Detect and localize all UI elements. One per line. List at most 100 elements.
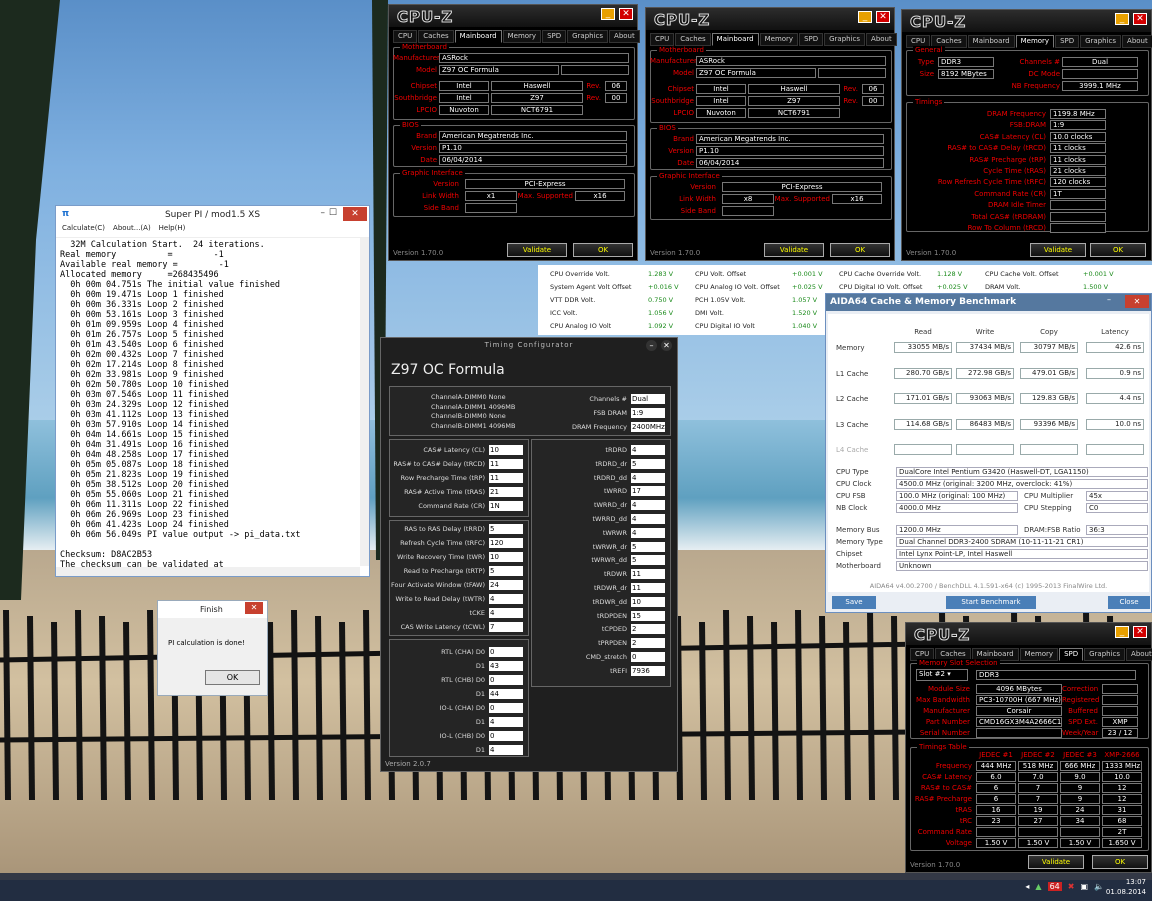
close-button[interactable]: ✕ [245,602,263,614]
timing-input[interactable]: 2 [631,624,665,635]
tab-memory[interactable]: Memory [502,30,542,43]
tab-graphics[interactable]: Graphics [567,30,609,43]
tab-memory[interactable]: Memory [1019,648,1059,661]
timing-input[interactable]: 24 [489,580,523,590]
volume-icon[interactable]: 🔈 [1094,882,1104,891]
save-button[interactable]: Save [832,596,876,609]
timing-input[interactable]: 11 [631,583,665,593]
ok-button[interactable]: OK [205,670,260,685]
tab-about[interactable]: About [866,33,897,46]
tab-caches[interactable]: Caches [418,30,454,43]
close-button[interactable]: ✕ [661,340,672,351]
taskbar-clock[interactable]: 13:07 01.08.2014 [1106,877,1146,897]
timing-input[interactable]: 4 [631,514,665,524]
timing-input[interactable]: 4 [631,472,665,483]
tab-graphics[interactable]: Graphics [1084,648,1126,661]
close-button[interactable]: ✕ [619,8,633,20]
timing-input[interactable]: 7 [489,622,523,632]
tab-cpu[interactable]: CPU [650,33,675,46]
tab-memory[interactable]: Memory [1015,35,1055,48]
tab-spd[interactable]: SPD [1055,35,1080,48]
close-button[interactable]: ✕ [1133,626,1147,638]
cpu-tray-icon[interactable]: ✖ [1068,882,1075,891]
minimize-button[interactable]: – [1107,295,1121,308]
timing-input[interactable]: 4 [489,717,523,727]
tab-spd[interactable]: SPD [1059,648,1084,661]
timing-input[interactable]: 11 [631,569,665,580]
timing-input[interactable]: 5 [631,555,665,566]
tab-memory[interactable]: Memory [759,33,799,46]
timing-input[interactable]: 0 [489,675,523,685]
maximize-button[interactable]: ☐ [329,208,337,218]
timing-input[interactable]: 5 [489,524,523,534]
timing-input[interactable]: 10 [489,552,523,562]
validate-button[interactable]: Validate [1028,855,1084,869]
ok-button[interactable]: OK [1092,855,1148,869]
close-action-button[interactable]: Close [1108,596,1150,609]
tab-mainboard[interactable]: Mainboard [711,33,759,46]
menu-item[interactable]: About...(A) [113,224,151,237]
timing-input[interactable]: 5 [631,458,665,469]
tab-spd[interactable]: SPD [799,33,824,46]
network-icon[interactable]: ▲ [1035,882,1041,891]
timing-input[interactable]: 4 [631,445,665,455]
close-button[interactable]: ✕ [1133,13,1147,25]
tab-about[interactable]: About [1126,648,1152,661]
tab-mainboard[interactable]: Mainboard [967,35,1015,48]
validate-button[interactable]: Validate [1030,243,1086,257]
tab-graphics[interactable]: Graphics [824,33,866,46]
aida64-tray-icon[interactable]: 64 [1047,882,1062,891]
timing-input[interactable]: 10 [489,445,523,455]
tab-mainboard[interactable]: Mainboard [454,30,502,43]
ok-button[interactable]: OK [1090,243,1146,257]
tab-spd[interactable]: SPD [542,30,567,43]
tab-caches[interactable]: Caches [675,33,711,46]
menu-item[interactable]: Help(H) [159,224,186,237]
flag-icon[interactable]: ◂ [1025,882,1029,891]
slot-select[interactable]: Slot #2 ▾ [916,669,968,681]
validate-button[interactable]: Validate [764,243,824,257]
timing-input[interactable]: 7936 [631,665,665,676]
minimize-button[interactable]: _ [858,11,872,23]
timing-input[interactable]: 21 [489,487,523,497]
tab-about[interactable]: About [609,30,640,43]
start-benchmark-button[interactable]: Start Benchmark [946,596,1036,609]
timing-input[interactable]: 5 [489,566,523,576]
timing-input[interactable]: 5 [631,541,665,552]
timing-input[interactable]: 4 [489,594,523,604]
minimize-button[interactable]: – [321,208,326,218]
menu-item[interactable]: Calculate(C) [62,224,105,237]
display-icon[interactable]: ▣ [1080,882,1088,891]
minimize-button[interactable]: _ [601,8,615,20]
minimize-button[interactable]: – [646,340,657,351]
timing-input[interactable]: 43 [489,661,523,671]
tab-about[interactable]: About [1122,35,1152,48]
timing-input[interactable]: 120 [489,538,523,548]
timing-input[interactable]: 4 [631,527,665,538]
vertical-scrollbar[interactable] [360,238,369,566]
timing-input[interactable]: 44 [489,689,523,699]
timing-input[interactable]: 11 [489,459,523,469]
close-button[interactable]: ✕ [876,11,890,23]
horizontal-scrollbar[interactable] [56,567,360,576]
ok-button[interactable]: OK [830,243,890,257]
validate-button[interactable]: Validate [507,243,567,257]
timing-input[interactable]: 4 [489,608,523,618]
timing-input[interactable]: 0 [489,731,523,741]
timing-input[interactable]: 11 [489,473,523,483]
timing-input[interactable]: 17 [631,486,665,497]
timing-input[interactable]: 4 [631,500,665,511]
timing-input[interactable]: 4 [489,745,523,755]
ok-button[interactable]: OK [573,243,633,257]
timing-input[interactable]: 0 [631,652,665,662]
timing-input[interactable]: 0 [489,647,523,657]
timing-input[interactable]: 1N [489,501,523,511]
close-button[interactable]: ✕ [1125,295,1149,308]
timing-input[interactable]: 0 [489,703,523,713]
minimize-button[interactable]: _ [1115,13,1129,25]
close-button[interactable]: ✕ [343,207,367,221]
timing-input[interactable]: 15 [631,610,665,621]
timing-input[interactable]: 2 [631,638,665,649]
minimize-button[interactable]: _ [1115,626,1129,638]
timing-input[interactable]: 10 [631,596,665,607]
